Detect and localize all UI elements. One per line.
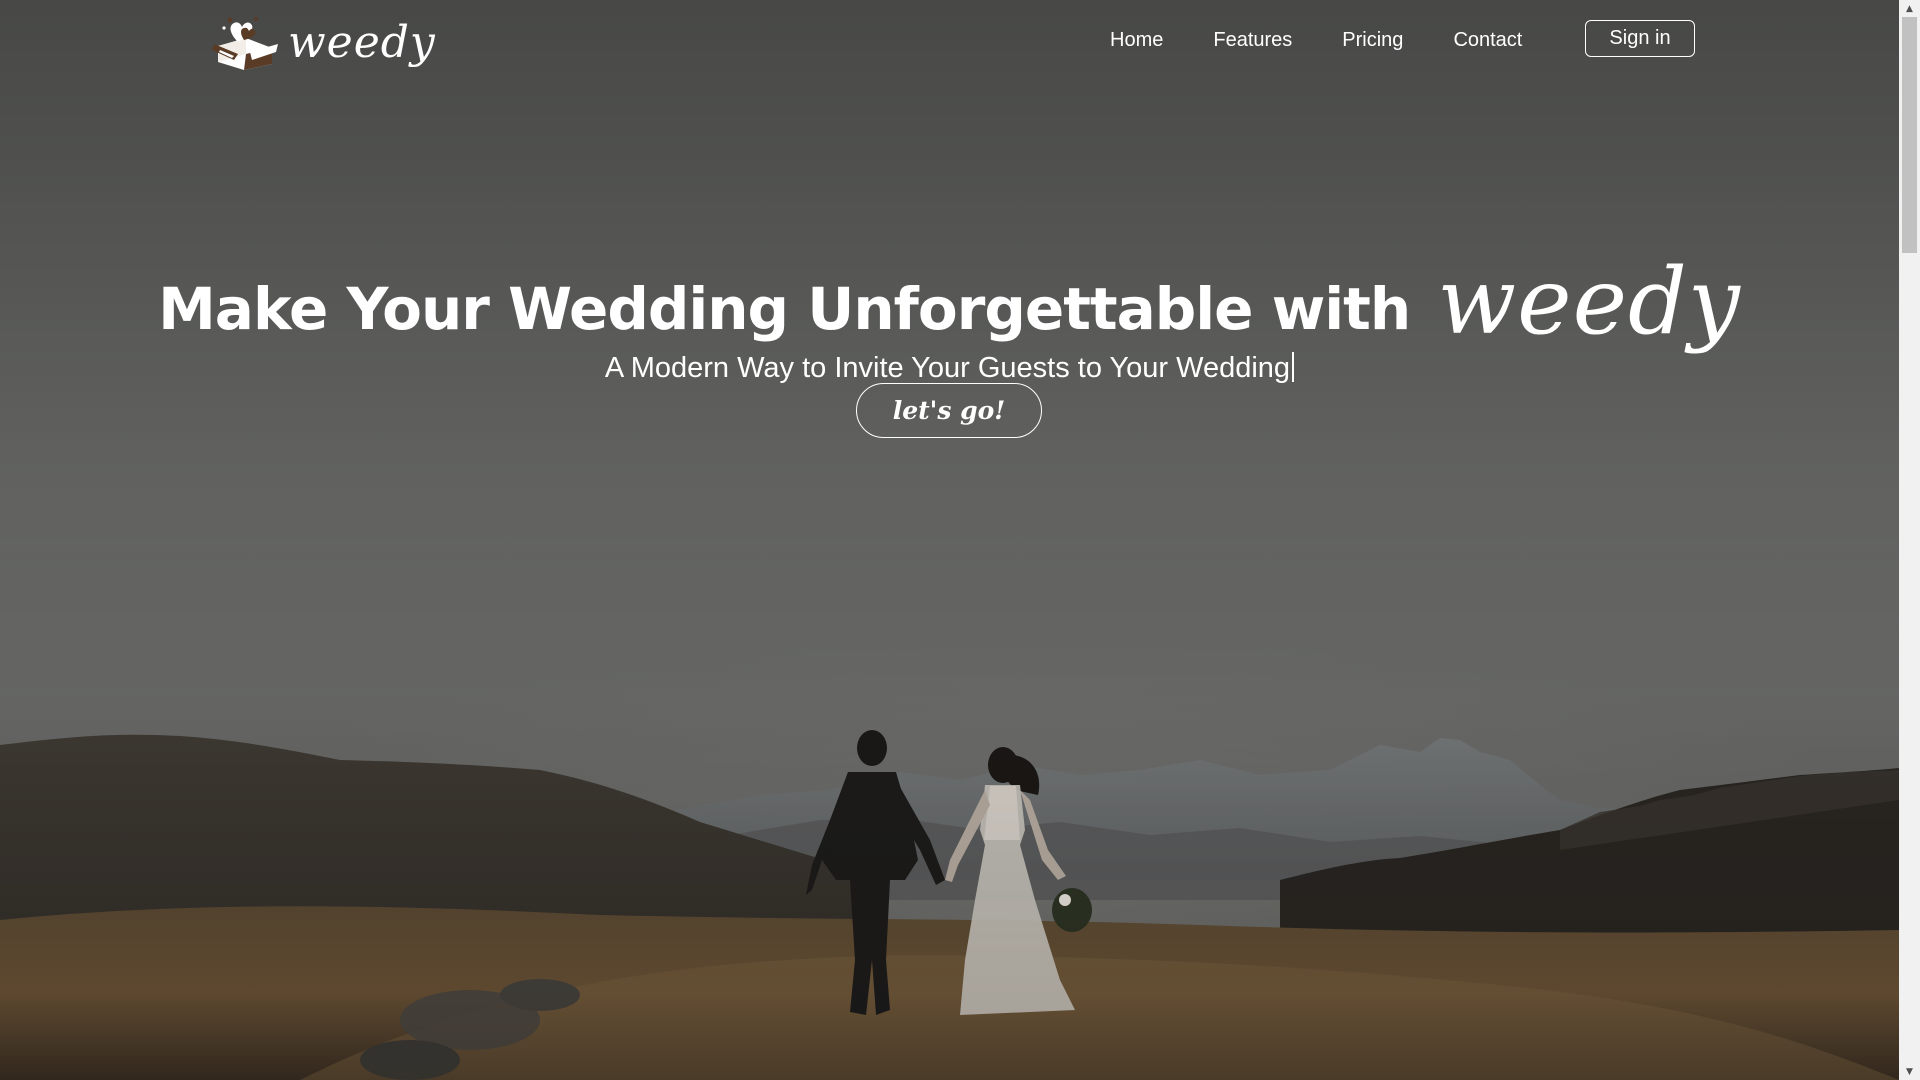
- nav-link-features[interactable]: Features: [1213, 29, 1292, 52]
- sign-in-button[interactable]: Sign in: [1585, 20, 1695, 57]
- hero-title-text: Make Your Wedding Unforgettable with: [158, 274, 1411, 343]
- logo-link[interactable]: weedy: [210, 12, 436, 74]
- viewport: weedy Home Features Pricing Contact Sign…: [0, 0, 1899, 1080]
- lets-go-button[interactable]: let's go!: [856, 383, 1042, 438]
- hero-overlay: [0, 0, 1899, 1080]
- navbar: weedy Home Features Pricing Contact Sign…: [0, 0, 1899, 80]
- nav-link-contact[interactable]: Contact: [1453, 29, 1522, 52]
- scroll-up-icon[interactable]: ▲: [1899, 0, 1920, 17]
- hero-title: Make Your Wedding Unforgettable with wee…: [0, 251, 1899, 352]
- primary-nav: Home Features Pricing Contact: [1110, 22, 1572, 58]
- logo-text: weedy: [288, 17, 436, 68]
- hero-subtitle-text: A Modern Way to Invite Your Guests to Yo…: [604, 352, 1291, 384]
- nav-link-home[interactable]: Home: [1110, 29, 1163, 52]
- gift-box-with-hearts-icon: [212, 17, 278, 70]
- typing-cursor: [1292, 352, 1295, 382]
- scrollbar-thumb[interactable]: [1902, 17, 1917, 253]
- hero-subtitle: A Modern Way to Invite Your Guests to Yo…: [0, 351, 1899, 386]
- nav-link-pricing[interactable]: Pricing: [1342, 29, 1403, 52]
- hero-title-brand: weedy: [1437, 247, 1741, 355]
- scroll-down-icon[interactable]: ▼: [1899, 1063, 1920, 1080]
- page-scrollbar[interactable]: ▲ ▼: [1899, 0, 1920, 1080]
